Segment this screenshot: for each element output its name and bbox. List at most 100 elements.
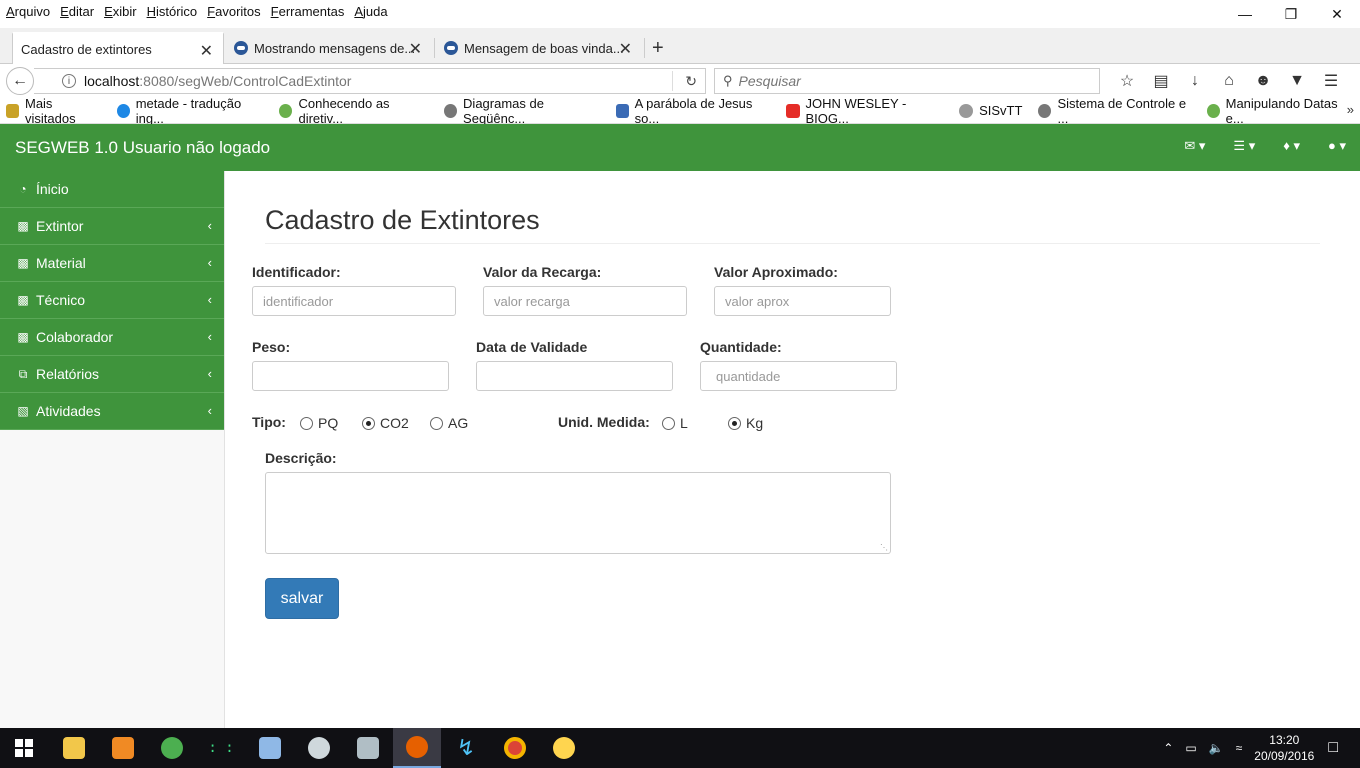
bookmark-metade-traducao[interactable]: metade - tradução ing...: [111, 96, 264, 126]
title-divider: [265, 243, 1320, 244]
quantidade-input[interactable]: [700, 361, 897, 391]
url-bar[interactable]: i localhost :8080/segWeb/ControlCadExtin…: [34, 68, 706, 94]
speech-bubble-icon: [116, 103, 130, 118]
tab-cadastro-extintores[interactable]: Cadastro de extintores ✕: [12, 32, 224, 64]
sidebar-item-relatorios[interactable]: ⧉ Relatórios ‹: [0, 356, 224, 393]
menu-ferramentas[interactable]: Ferramentas: [267, 4, 349, 19]
sidebar-item-tecnico[interactable]: ▩ Técnico ‹: [0, 282, 224, 319]
bookmark-sisvtt[interactable]: SISvTT: [953, 103, 1022, 118]
utorrent-icon[interactable]: [148, 728, 196, 768]
bookmark-john-wesley[interactable]: JOHN WESLEY - BIOG...: [780, 96, 943, 126]
taskbar: : : ↯ ⌃ ▭ 🔈 ≈ 13:20 20/09/2016 □: [0, 728, 1360, 768]
flash-app-icon[interactable]: ↯: [442, 728, 490, 768]
sidebar-item-extintor[interactable]: ▩ Extintor ‹: [0, 208, 224, 245]
sidebar-item-atividades[interactable]: ▧ Atividades ‹: [0, 393, 224, 430]
notifications-icon[interactable]: □: [1328, 739, 1338, 757]
valor-aproximado-input[interactable]: [714, 286, 891, 316]
tipo-radio-ag[interactable]: AG: [430, 415, 468, 431]
bookmark-star-icon[interactable]: ☆: [1110, 71, 1144, 91]
maximize-icon[interactable]: ❐: [1268, 0, 1314, 28]
bookmarks-bar: Mais visitados metade - tradução ing... …: [0, 96, 1360, 126]
new-tab-icon[interactable]: +: [652, 37, 664, 60]
globe-icon: [444, 103, 458, 118]
header-icons: ✉ ▾ ☰ ▾ ♦ ▾ ● ▾: [1156, 138, 1346, 154]
terminal-icon[interactable]: : :: [197, 728, 245, 768]
unid-radio-kg[interactable]: Kg: [728, 415, 763, 431]
close-tab-icon[interactable]: ✕: [619, 39, 632, 59]
more-bookmarks-icon[interactable]: »: [1347, 102, 1354, 117]
unid-radio-l[interactable]: L: [662, 415, 688, 431]
menu-editar[interactable]: Editar: [56, 4, 98, 19]
bookmark-manipulando-datas[interactable]: Manipulando Datas e...: [1201, 96, 1350, 126]
sidebar-item-material[interactable]: ▩ Material ‹: [0, 245, 224, 282]
pocket-icon[interactable]: ▼: [1280, 72, 1314, 90]
tab-mostrando-mensagens[interactable]: Mostrando mensagens de... ✕: [226, 32, 432, 64]
brand-title[interactable]: SEGWEB 1.0 Usuario não logado: [15, 138, 270, 158]
menu-exibir[interactable]: Exibir: [100, 4, 141, 19]
clock[interactable]: 13:20 20/09/2016: [1254, 732, 1314, 764]
home-icon[interactable]: ⌂: [1212, 72, 1246, 90]
radio-circle[interactable]: [300, 416, 313, 430]
avast-icon[interactable]: [99, 728, 147, 768]
bookmark-parabola-jesus[interactable]: A parábola de Jesus so...: [610, 96, 771, 126]
back-arrow-icon[interactable]: ←: [6, 67, 34, 95]
identificador-label: Identificador:: [252, 264, 341, 280]
network-app-icon[interactable]: [344, 728, 392, 768]
bookmark-conhecendo-diretivas[interactable]: Conhecendo as diretiv...: [273, 96, 428, 126]
peso-input[interactable]: [252, 361, 449, 391]
windows-start-icon[interactable]: [0, 728, 48, 768]
download-icon[interactable]: ↓: [1178, 72, 1212, 90]
descricao-textarea[interactable]: ⋱: [265, 472, 891, 554]
valor-aproximado-label: Valor Aproximado:: [714, 264, 838, 280]
bookmark-sistema-controle[interactable]: Sistema de Controle e ...: [1032, 96, 1190, 126]
sidebar-item-colaborador[interactable]: ▩ Colaborador ‹: [0, 319, 224, 356]
valor-recarga-input[interactable]: [483, 286, 687, 316]
menu-ajuda[interactable]: Ajuda: [350, 4, 391, 19]
resize-grip-icon[interactable]: ⋱: [880, 543, 888, 552]
user-icon[interactable]: ● ▾: [1328, 138, 1346, 154]
data-validade-label: Data de Validade: [476, 339, 588, 355]
radio-circle-checked[interactable]: [728, 416, 741, 430]
reload-icon[interactable]: ↻: [685, 73, 697, 90]
file-explorer-icon[interactable]: [50, 728, 98, 768]
angular-logo-icon: [1206, 103, 1220, 118]
identificador-input[interactable]: [252, 286, 456, 316]
close-tab-icon[interactable]: ✕: [409, 39, 422, 59]
chevron-up-icon[interactable]: ⌃: [1163, 741, 1173, 755]
save-button[interactable]: salvar: [265, 578, 339, 619]
bookmark-diagramas-sequencia[interactable]: Diagramas de Seqüênc...: [438, 96, 600, 126]
hamburger-menu-icon[interactable]: ☰: [1314, 71, 1348, 91]
tipo-radio-co2[interactable]: CO2: [362, 415, 409, 431]
chrome-icon[interactable]: [491, 728, 539, 768]
volume-icon[interactable]: 🔈: [1209, 741, 1224, 755]
info-icon[interactable]: i: [62, 74, 76, 88]
menu-favoritos[interactable]: Favoritos: [203, 4, 264, 19]
envelope-icon[interactable]: ✉ ▾: [1184, 138, 1205, 154]
search-input[interactable]: [738, 73, 1079, 89]
sidebar-item-inicio[interactable]: ◔ Ínicio: [0, 171, 224, 208]
radio-circle[interactable]: [662, 416, 675, 430]
wifi-icon[interactable]: ≈: [1236, 741, 1243, 755]
radio-circle[interactable]: [430, 416, 443, 430]
emoji-icon[interactable]: ☻: [1246, 72, 1280, 90]
tipo-radio-pq[interactable]: PQ: [300, 415, 338, 431]
virtualbox-icon[interactable]: [246, 728, 294, 768]
bookmark-mais-visitados[interactable]: Mais visitados: [0, 96, 101, 126]
copy-icon: ⧉: [18, 366, 28, 381]
minimize-icon[interactable]: —: [1222, 0, 1268, 28]
tasks-icon[interactable]: ☰ ▾: [1233, 138, 1255, 154]
reading-list-icon[interactable]: ▤: [1144, 71, 1178, 91]
close-icon[interactable]: ✕: [1314, 0, 1360, 28]
menu-arquivo[interactable]: Arquivo: [2, 4, 54, 19]
menu-historico[interactable]: Histórico: [143, 4, 202, 19]
tab-mensagem-boas-vindas[interactable]: Mensagem de boas vinda... ✕: [436, 32, 642, 64]
paint-icon[interactable]: [540, 728, 588, 768]
battery-icon[interactable]: ▭: [1185, 741, 1196, 755]
data-validade-input[interactable]: [476, 361, 673, 391]
cloud-app-icon[interactable]: [295, 728, 343, 768]
search-bar[interactable]: ⚲: [714, 68, 1100, 94]
firefox-icon[interactable]: [393, 728, 441, 768]
radio-circle-checked[interactable]: [362, 416, 375, 430]
close-tab-icon[interactable]: ✕: [200, 41, 213, 61]
bell-icon[interactable]: ♦ ▾: [1283, 138, 1300, 154]
